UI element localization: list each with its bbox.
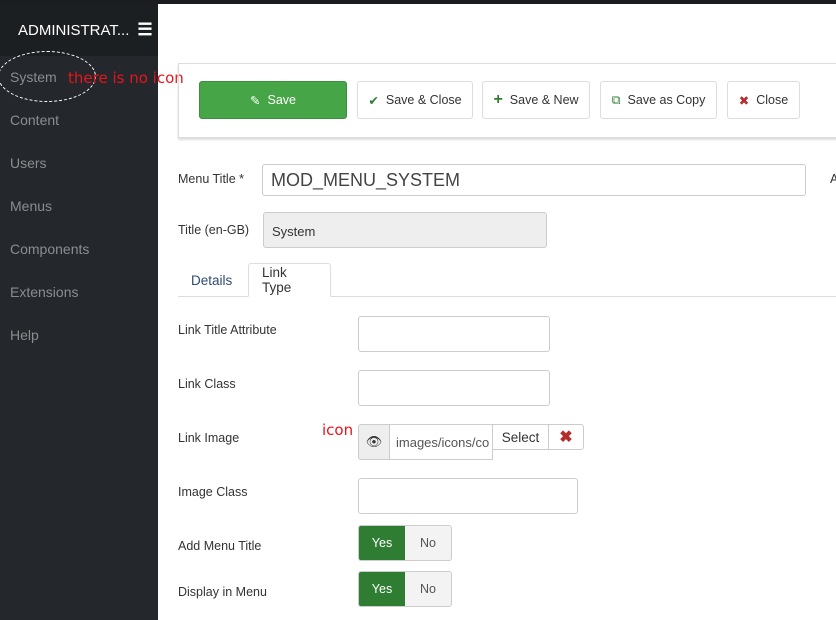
sidebar-item-menus[interactable]: Menus: [10, 198, 52, 214]
image-class-input[interactable]: [358, 478, 578, 514]
link-title-attr-label: Link Title Attribute: [178, 323, 277, 337]
sidebar-item-help[interactable]: Help: [10, 327, 39, 343]
display-in-menu-label: Display in Menu: [178, 585, 267, 599]
close-circle-icon: ✖: [738, 93, 750, 108]
eye-icon: 👁: [365, 434, 383, 449]
save-copy-button[interactable]: ⧉ Save as Copy: [600, 81, 717, 119]
copy-icon: ⧉: [611, 92, 621, 107]
sidebar-item-users[interactable]: Users: [10, 155, 47, 171]
title-en-input: System: [263, 212, 547, 248]
title-en-label: Title (en-GB): [178, 223, 250, 237]
menu-title-input[interactable]: MOD_MENU_SYSTEM: [262, 164, 806, 196]
plus-icon: +: [493, 91, 503, 108]
link-image-label: Link Image: [178, 431, 240, 445]
edit-icon: ✎: [250, 93, 261, 108]
annotation-no-icon: there is no icon: [68, 69, 184, 87]
brand-title: ADMINISTRAT...: [18, 21, 130, 39]
display-in-menu-toggle[interactable]: Yes No: [358, 571, 452, 607]
link-class-label: Link Class: [178, 377, 236, 391]
no-option[interactable]: No: [405, 526, 451, 560]
add-menu-title-label: Add Menu Title: [178, 539, 262, 553]
tab-details[interactable]: Details: [178, 263, 245, 297]
tab-link-type[interactable]: Link Type: [248, 263, 331, 297]
menu-title-label: Menu Title *: [178, 172, 245, 186]
save-button[interactable]: ✎ Save: [199, 81, 347, 119]
select-image-button[interactable]: Select: [492, 424, 549, 450]
save-new-button[interactable]: + Save & New: [482, 81, 590, 119]
link-title-attr-input[interactable]: [358, 316, 550, 352]
clipped-label: A: [830, 172, 836, 186]
link-class-input[interactable]: [358, 370, 550, 406]
sidebar-item-content[interactable]: Content: [10, 112, 59, 128]
sidebar-item-extensions[interactable]: Extensions: [10, 284, 78, 300]
link-image-input[interactable]: images/icons/co: [389, 424, 493, 460]
check-icon: ✔: [368, 93, 379, 108]
image-class-label: Image Class: [178, 485, 248, 499]
sidebar-item-components[interactable]: Components: [10, 241, 89, 257]
x-icon: ✖: [559, 429, 573, 446]
add-menu-title-toggle[interactable]: Yes No: [358, 525, 452, 561]
preview-eye-button[interactable]: 👁: [358, 424, 390, 460]
close-button[interactable]: ✖ Close: [727, 81, 800, 119]
save-close-button[interactable]: ✔ Save & Close: [357, 81, 473, 119]
yes-option[interactable]: Yes: [359, 572, 405, 606]
clear-image-button[interactable]: ✖: [548, 424, 584, 450]
hamburger-icon[interactable]: ☰: [137, 20, 152, 40]
yes-option[interactable]: Yes: [359, 526, 405, 560]
sidebar-brand[interactable]: ADMINISTRAT... ☰: [0, 4, 158, 56]
no-option[interactable]: No: [405, 572, 451, 606]
